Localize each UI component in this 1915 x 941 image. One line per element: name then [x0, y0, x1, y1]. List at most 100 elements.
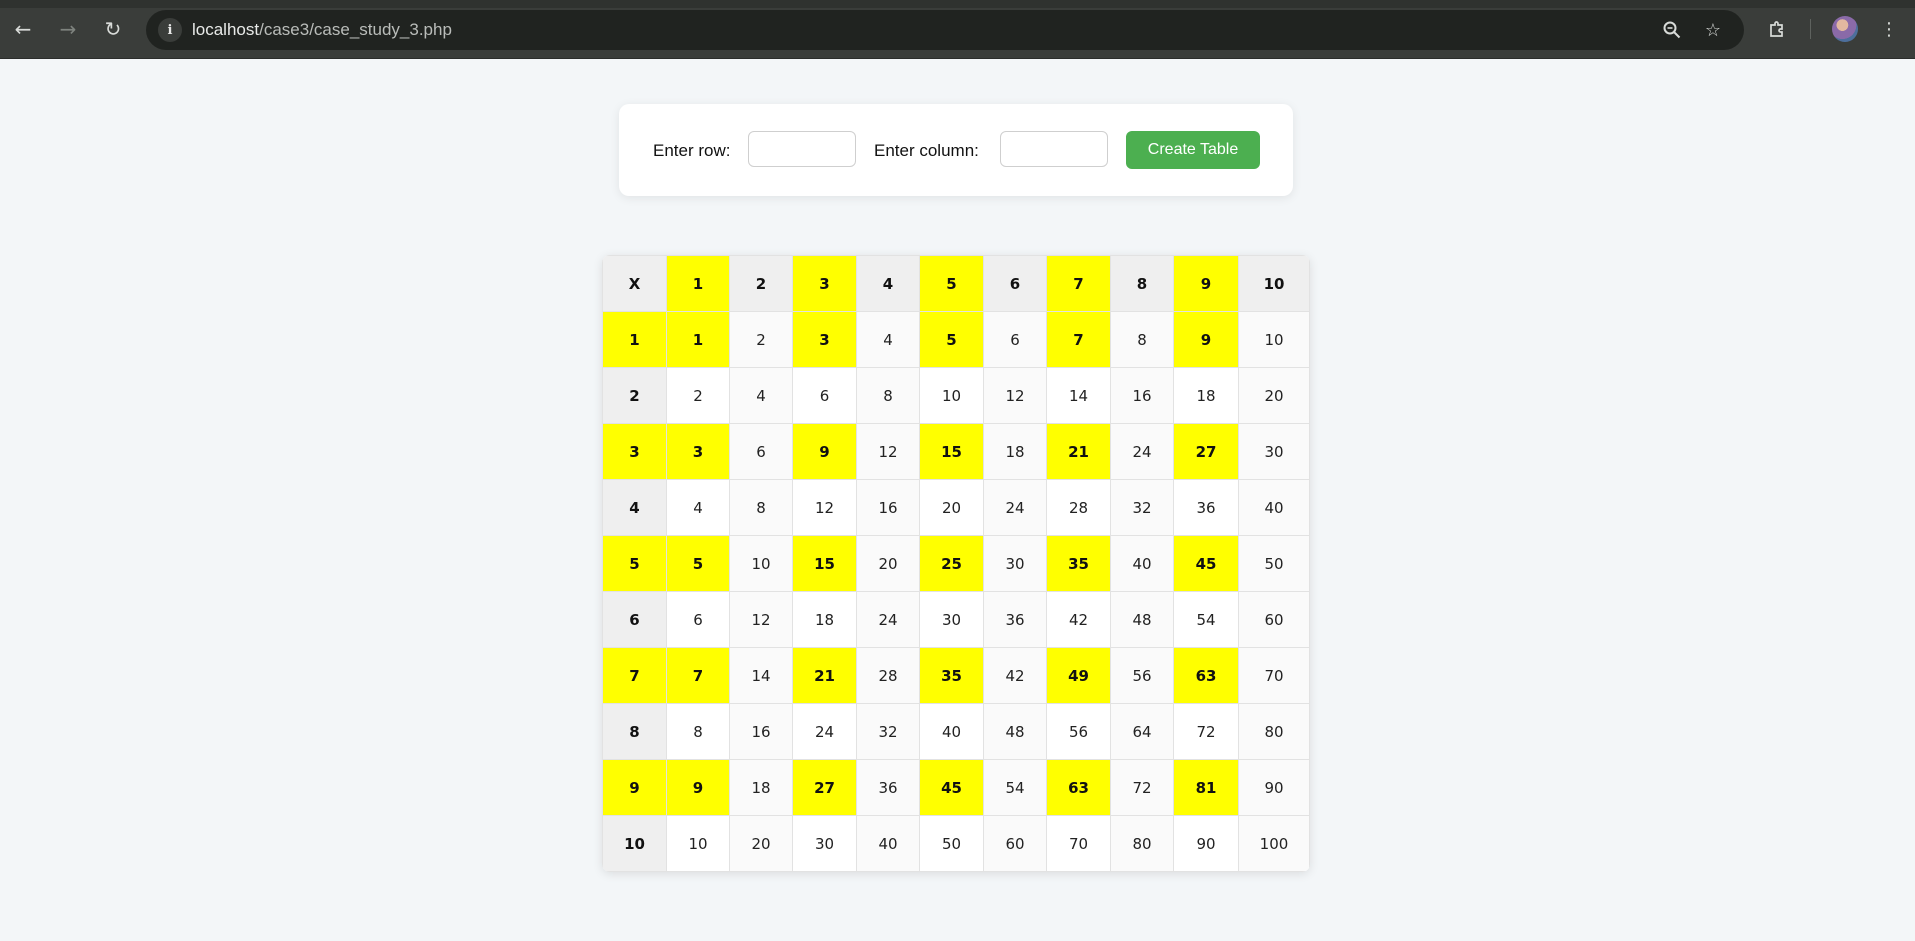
- table-cell: 40: [856, 815, 920, 872]
- table-cell: 5: [666, 535, 730, 592]
- table-cell: 30: [919, 591, 984, 648]
- column-header: 8: [1110, 255, 1174, 312]
- table-cell: 3: [792, 311, 857, 368]
- table-cell: 81: [1173, 759, 1239, 816]
- table-cell: 27: [1173, 423, 1239, 480]
- multiplication-table-container: X 1 2 3 4 5 6 7 8 9 10 1 1 2 3 4 5 6 7 8 9 10 2 2 4 6 8 10 12 14 16 18 2…: [602, 255, 1310, 872]
- table-cell: 5: [919, 311, 984, 368]
- forward-icon[interactable]: →: [53, 14, 83, 44]
- table-cell: 36: [1173, 479, 1239, 536]
- table-cell: 18: [729, 759, 793, 816]
- table-cell: 27: [792, 759, 857, 816]
- table-cell: 36: [983, 591, 1047, 648]
- create-table-button[interactable]: Create Table: [1126, 131, 1260, 169]
- table-cell: 2: [666, 367, 730, 424]
- table-cell: 35: [919, 647, 984, 704]
- table-row: 3 3 6 9 12 15 18 21 24 27 30: [602, 423, 1310, 480]
- table-cell: 6: [666, 591, 730, 648]
- table-cell: 8: [856, 367, 920, 424]
- multiplication-table: X 1 2 3 4 5 6 7 8 9 10 1 1 2 3 4 5 6 7 8 9 10 2 2 4 6 8 10 12 14 16 18 2…: [602, 255, 1310, 872]
- table-cell: 90: [1173, 815, 1239, 872]
- table-cell: 50: [919, 815, 984, 872]
- table-cell: 9: [1173, 311, 1239, 368]
- table-cell: 16: [1110, 367, 1174, 424]
- table-cell: 8: [666, 703, 730, 760]
- table-body: X 1 2 3 4 5 6 7 8 9 10 1 1 2 3 4 5 6 7 8 9 10 2 2 4 6 8 10 12 14 16 18 2…: [602, 255, 1310, 872]
- table-cell: 18: [1173, 367, 1239, 424]
- puzzle-icon[interactable]: [1762, 14, 1792, 44]
- table-cell: 24: [983, 479, 1047, 536]
- row-header: 1: [602, 311, 667, 368]
- address-bar[interactable]: i localhost/case3/case_study_3.php ☆: [146, 10, 1744, 50]
- table-cell: 14: [1046, 367, 1111, 424]
- reload-icon[interactable]: ↻: [98, 14, 128, 44]
- url-text[interactable]: localhost/case3/case_study_3.php: [192, 20, 452, 40]
- table-cell: 4: [729, 367, 793, 424]
- table-cell: 63: [1173, 647, 1239, 704]
- table-cell: 80: [1110, 815, 1174, 872]
- table-cell: 32: [1110, 479, 1174, 536]
- table-cell: 15: [792, 535, 857, 592]
- table-cell: 20: [729, 815, 793, 872]
- star-icon[interactable]: ☆: [1701, 18, 1725, 42]
- table-cell: 72: [1110, 759, 1174, 816]
- column-header: 7: [1046, 255, 1111, 312]
- table-cell: 8: [1110, 311, 1174, 368]
- url-host: localhost: [192, 20, 260, 39]
- table-row: 10 10 20 30 40 50 60 70 80 90 100: [602, 815, 1310, 872]
- table-cell: 24: [792, 703, 857, 760]
- table-cell: 64: [1110, 703, 1174, 760]
- url-path: /case3/case_study_3.php: [259, 20, 452, 39]
- table-row: 5 5 10 15 20 25 30 35 40 45 50: [602, 535, 1310, 592]
- column-header: 6: [983, 255, 1047, 312]
- table-cell: 54: [1173, 591, 1239, 648]
- column-input[interactable]: [1000, 131, 1108, 167]
- zoom-out-icon[interactable]: [1660, 18, 1684, 42]
- table-cell: 42: [1046, 591, 1111, 648]
- row-label: Enter row:: [653, 141, 731, 160]
- column-header: 2: [729, 255, 793, 312]
- table-cell: 49: [1046, 647, 1111, 704]
- table-cell: 24: [1110, 423, 1174, 480]
- profile-avatar[interactable]: [1832, 16, 1858, 42]
- back-icon[interactable]: ←: [8, 14, 38, 44]
- row-header: 5: [602, 535, 667, 592]
- table-cell: 16: [856, 479, 920, 536]
- kebab-menu-icon[interactable]: ⋮: [1874, 14, 1904, 44]
- table-cell: 45: [919, 759, 984, 816]
- row-input[interactable]: [748, 131, 856, 167]
- table-cell: 60: [983, 815, 1047, 872]
- table-cell: 72: [1173, 703, 1239, 760]
- table-cell: 10: [666, 815, 730, 872]
- table-form: Enter row: Enter column: Create Table: [619, 104, 1293, 196]
- table-cell: 25: [919, 535, 984, 592]
- table-cell: 21: [1046, 423, 1111, 480]
- table-row: 7 7 14 21 28 35 42 49 56 63 70: [602, 647, 1310, 704]
- table-cell: 28: [1046, 479, 1111, 536]
- row-header: 4: [602, 479, 667, 536]
- table-cell: 30: [792, 815, 857, 872]
- table-cell: 63: [1046, 759, 1111, 816]
- table-cell: 6: [983, 311, 1047, 368]
- table-cell: 20: [919, 479, 984, 536]
- info-icon[interactable]: i: [158, 18, 182, 42]
- row-header: 9: [602, 759, 667, 816]
- table-cell: 10: [1238, 311, 1310, 368]
- table-cell: 9: [666, 759, 730, 816]
- table-cell: 4: [666, 479, 730, 536]
- table-cell: 3: [666, 423, 730, 480]
- table-cell: 6: [729, 423, 793, 480]
- table-cell: 100: [1238, 815, 1310, 872]
- row-header: 2: [602, 367, 667, 424]
- table-cell: 32: [856, 703, 920, 760]
- row-header: 10: [602, 815, 667, 872]
- table-cell: 40: [919, 703, 984, 760]
- table-cell: 6: [792, 367, 857, 424]
- table-cell: 30: [1238, 423, 1310, 480]
- row-header: 7: [602, 647, 667, 704]
- column-header: 4: [856, 255, 920, 312]
- row-header: 8: [602, 703, 667, 760]
- table-cell: 90: [1238, 759, 1310, 816]
- table-cell: 50: [1238, 535, 1310, 592]
- table-cell: 70: [1046, 815, 1111, 872]
